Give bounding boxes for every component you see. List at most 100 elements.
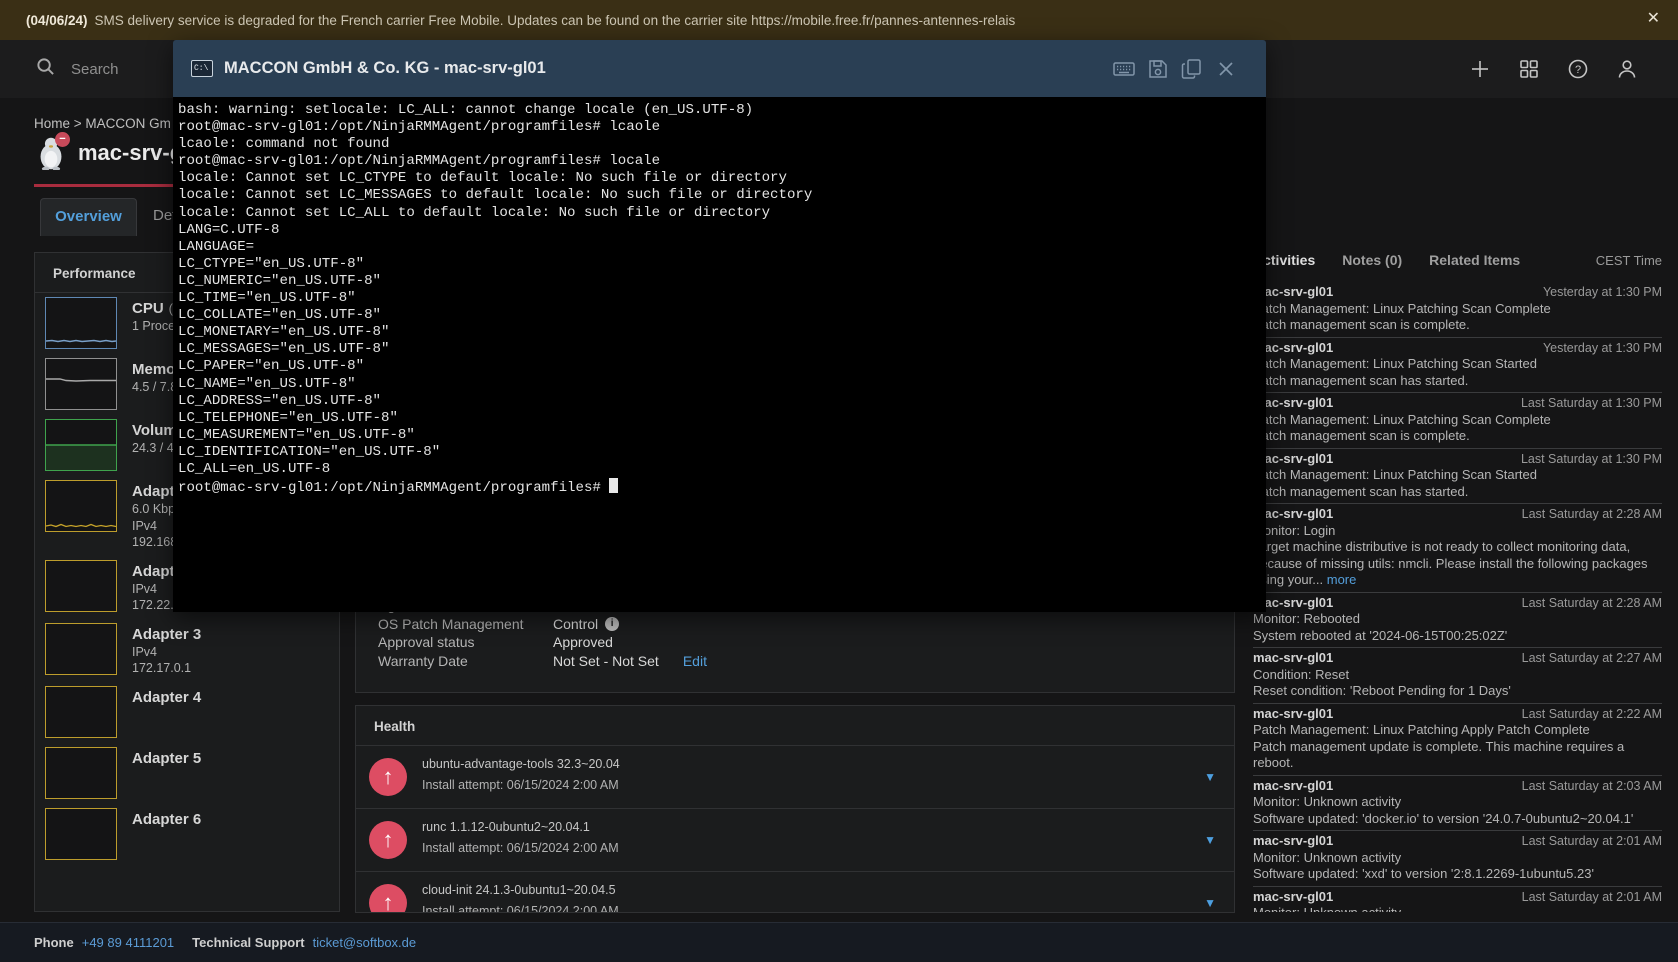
detail-value: Approved bbox=[553, 633, 613, 651]
footer: Phone +49 89 4111201 Technical Support t… bbox=[0, 922, 1678, 962]
copy-icon[interactable] bbox=[1180, 57, 1204, 81]
adapter3-sparkline-thumbnail[interactable] bbox=[45, 623, 117, 675]
memory-sparkline-thumbnail[interactable] bbox=[45, 358, 117, 410]
activity-description: Patch management update is complete. Thi… bbox=[1253, 739, 1662, 772]
tab-overview[interactable]: Overview bbox=[40, 198, 137, 236]
perf-item-adapter4[interactable]: Adapter 4 bbox=[45, 686, 339, 738]
update-alert-icon: ↑ bbox=[369, 758, 407, 796]
info-icon[interactable]: i bbox=[605, 617, 619, 631]
activity-title: Patch Management: Linux Patching Scan St… bbox=[1253, 356, 1662, 373]
user-profile-icon[interactable] bbox=[1616, 58, 1638, 80]
alert-date: (04/06/24) bbox=[26, 13, 88, 28]
activity-device-link[interactable]: mac-srv-gl01 bbox=[1253, 778, 1333, 795]
search-placeholder: Search bbox=[71, 61, 119, 78]
terminal-cursor bbox=[609, 478, 618, 493]
activity-description: Software updated: 'docker.io' to version… bbox=[1253, 811, 1662, 828]
update-alert-icon: ↑ bbox=[369, 821, 407, 859]
activity-device-link[interactable]: mac-srv-gl01 bbox=[1253, 650, 1333, 667]
perf-item-adapter6[interactable]: Adapter 6 bbox=[45, 808, 339, 860]
detail-value: Control bbox=[553, 615, 598, 633]
command-prompt-icon: C:\ bbox=[191, 60, 213, 77]
chevron-down-icon[interactable]: ▼ bbox=[1204, 833, 1216, 847]
volumes-sparkline-thumbnail[interactable] bbox=[45, 419, 117, 471]
detail-label: Approval status bbox=[378, 633, 553, 651]
activity-title: Patch Management: Linux Patching Scan Co… bbox=[1253, 301, 1662, 318]
adapter5-sparkline-thumbnail[interactable] bbox=[45, 747, 117, 799]
activity-timestamp: Last Saturday at 2:28 AM bbox=[1522, 595, 1662, 612]
adapter4-sparkline-thumbnail[interactable] bbox=[45, 686, 117, 738]
perf-name: Adapter 6 bbox=[132, 811, 201, 828]
chevron-down-icon[interactable]: ▼ bbox=[1204, 896, 1216, 910]
terminal-body[interactable]: bash: warning: setlocale: LC_ALL: cannot… bbox=[173, 97, 1266, 612]
search-input[interactable]: Search bbox=[36, 57, 119, 81]
health-card: Health ↑ ubuntu-advantage-tools 32.3~20.… bbox=[355, 705, 1235, 913]
activity-timestamp: Last Saturday at 2:22 AM bbox=[1522, 706, 1662, 723]
more-link[interactable]: more bbox=[1327, 572, 1357, 587]
activity-title: Patch Management: Linux Patching Scan Co… bbox=[1253, 412, 1662, 429]
activity-title: Monitor: Unknown activity bbox=[1253, 794, 1662, 811]
activity-timestamp: Last Saturday at 2:03 AM bbox=[1522, 778, 1662, 795]
save-icon[interactable] bbox=[1146, 57, 1170, 81]
close-icon[interactable]: ✕ bbox=[1647, 9, 1660, 29]
apps-grid-icon[interactable] bbox=[1518, 58, 1540, 80]
adapter2-sparkline-thumbnail[interactable] bbox=[45, 560, 117, 612]
perf-name: Adapter 5 bbox=[132, 750, 201, 767]
detail-label: OS Patch Management bbox=[378, 615, 553, 633]
install-attempt: Install attempt: 06/15/2024 2:00 AM bbox=[422, 841, 1234, 855]
svg-text:?: ? bbox=[1575, 64, 1581, 76]
activity-title: Monitor: Login bbox=[1253, 523, 1662, 540]
terminal-prompt-line: root@mac-srv-gl01:/opt/NinjaRMMAgent/pro… bbox=[178, 478, 1266, 497]
virtual-keyboard-icon[interactable] bbox=[1112, 57, 1136, 81]
phone-link[interactable]: +49 89 4111201 bbox=[82, 935, 174, 950]
activity-title: Monitor: Rebooted bbox=[1253, 611, 1662, 628]
linux-tux-icon: − bbox=[36, 136, 66, 170]
alert-banner: (04/06/24) SMS delivery service is degra… bbox=[0, 0, 1678, 40]
tab-notes[interactable]: Notes (0) bbox=[1342, 252, 1402, 268]
activity-device-link[interactable]: mac-srv-gl01 bbox=[1253, 833, 1333, 850]
activity-device-link[interactable]: mac-srv-gl01 bbox=[1253, 889, 1333, 906]
health-row-cloud-init[interactable]: ↑ cloud-init 24.1.3-0ubuntu1~20.04.5 Ins… bbox=[356, 872, 1234, 913]
tab-related-items[interactable]: Related Items bbox=[1429, 252, 1520, 268]
help-icon[interactable]: ? bbox=[1567, 58, 1589, 80]
perf-item-adapter3[interactable]: Adapter 3 IPv4 172.17.0.1 bbox=[45, 623, 339, 677]
activity-entry: mac-srv-gl01 Last Saturday at 2:03 AM Mon… bbox=[1253, 776, 1662, 832]
package-name: cloud-init 24.1.3-0ubuntu1~20.04.5 bbox=[422, 882, 1234, 898]
health-row-ubuntu-advantage-tools[interactable]: ↑ ubuntu-advantage-tools 32.3~20.04 Inst… bbox=[356, 746, 1234, 809]
activity-description: Software updated: 'xxd' to version '2:8.… bbox=[1253, 866, 1662, 883]
package-name: ubuntu-advantage-tools 32.3~20.04 bbox=[422, 756, 1234, 772]
perf-item-adapter5[interactable]: Adapter 5 bbox=[45, 747, 339, 799]
update-alert-icon: ↑ bbox=[369, 884, 407, 913]
health-row-runc[interactable]: ↑ runc 1.1.12-0ubuntu2~20.04.1 Install a… bbox=[356, 809, 1234, 872]
close-icon[interactable] bbox=[1214, 57, 1238, 81]
support-email-link[interactable]: ticket@softbox.de bbox=[313, 935, 417, 950]
activity-timestamp: Last Saturday at 2:01 AM bbox=[1522, 889, 1662, 906]
cpu-sparkline-thumbnail[interactable] bbox=[45, 297, 117, 349]
adapter1-sparkline-thumbnail[interactable] bbox=[45, 480, 117, 532]
activity-description: Patch management scan has started. bbox=[1253, 484, 1662, 501]
app-window: (04/06/24) SMS delivery service is degra… bbox=[0, 0, 1678, 962]
detail-row-warranty-date: Warranty Date Not Set - Not SetEdit bbox=[378, 652, 1212, 670]
chevron-down-icon[interactable]: ▼ bbox=[1204, 770, 1216, 784]
support-label: Technical Support bbox=[192, 935, 304, 950]
activity-description: Patch management scan has started. bbox=[1253, 373, 1662, 390]
add-icon[interactable] bbox=[1469, 58, 1491, 80]
status-badge: − bbox=[55, 132, 70, 147]
activity-timestamp: Last Saturday at 1:30 PM bbox=[1521, 451, 1662, 468]
activity-title: Patch Management: Linux Patching Apply P… bbox=[1253, 722, 1662, 739]
terminal-titlebar[interactable]: C:\ MACCON GmbH & Co. KG - mac-srv-gl01 bbox=[173, 40, 1266, 97]
activity-description: Patch management scan is complete. bbox=[1253, 317, 1662, 334]
activity-title: Patch Management: Linux Patching Scan St… bbox=[1253, 467, 1662, 484]
activity-timestamp: Yesterday at 1:30 PM bbox=[1543, 340, 1662, 357]
activity-description: System rebooted at '2024-06-15T00:25:02Z… bbox=[1253, 628, 1662, 645]
activity-title: Monitor: Unknown activity bbox=[1253, 850, 1662, 867]
activity-entry: mac-srv-gl01Last Saturday at 2:01 AM Mon… bbox=[1253, 831, 1662, 887]
adapter6-sparkline-thumbnail[interactable] bbox=[45, 808, 117, 860]
activity-entry: mac-srv-gl01Yesterday at 1:30 PM Patch M… bbox=[1253, 338, 1662, 394]
activity-timestamp: Yesterday at 1:30 PM bbox=[1543, 284, 1662, 301]
activity-entry: mac-srv-gl01Yesterday at 1:30 PM Patch M… bbox=[1253, 282, 1662, 338]
timezone-label: CEST Time bbox=[1596, 253, 1662, 268]
activity-device-link[interactable]: mac-srv-gl01 bbox=[1253, 706, 1333, 723]
perf-sub: IPv4 bbox=[132, 644, 201, 661]
edit-link[interactable]: Edit bbox=[683, 652, 707, 670]
breadcrumb[interactable]: Home > MACCON Gm bbox=[34, 116, 171, 131]
